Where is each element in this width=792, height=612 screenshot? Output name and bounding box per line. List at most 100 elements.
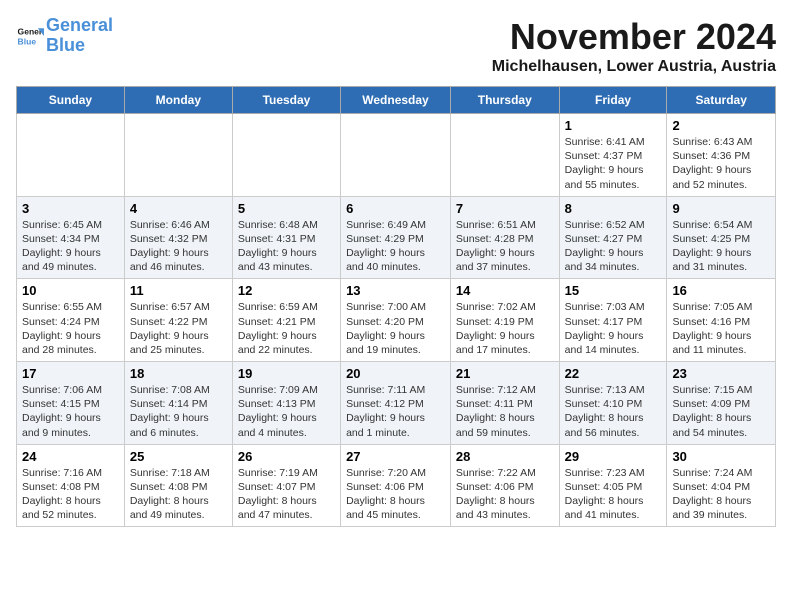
calendar-cell: [450, 114, 559, 197]
day-number: 26: [238, 449, 335, 464]
day-info: Sunrise: 7:16 AM Sunset: 4:08 PM Dayligh…: [22, 466, 119, 523]
day-number: 29: [565, 449, 662, 464]
calendar-week-5: 24 Sunrise: 7:16 AM Sunset: 4:08 PM Dayli…: [17, 444, 776, 527]
day-number: 1: [565, 118, 662, 133]
day-info: Sunrise: 7:22 AM Sunset: 4:06 PM Dayligh…: [456, 466, 554, 523]
day-info: Sunrise: 6:43 AM Sunset: 4:36 PM Dayligh…: [672, 135, 770, 192]
day-number: 3: [22, 201, 119, 216]
day-number: 24: [22, 449, 119, 464]
calendar-cell: 14 Sunrise: 7:02 AM Sunset: 4:19 PM Dayli…: [450, 279, 559, 362]
calendar-cell: 12 Sunrise: 6:59 AM Sunset: 4:21 PM Dayli…: [232, 279, 340, 362]
calendar-week-3: 10Sunrise: 6:55 AM Sunset: 4:24 PM Dayli…: [17, 279, 776, 362]
day-info: Sunrise: 7:15 AM Sunset: 4:09 PM Dayligh…: [672, 383, 770, 440]
day-info: Sunrise: 7:13 AM Sunset: 4:10 PM Dayligh…: [565, 383, 662, 440]
calendar-week-1: 1 Sunrise: 6:41 AM Sunset: 4:37 PM Daylig…: [17, 114, 776, 197]
day-number: 5: [238, 201, 335, 216]
day-number: 13: [346, 283, 445, 298]
calendar-cell: 7 Sunrise: 6:51 AM Sunset: 4:28 PM Daylig…: [450, 196, 559, 279]
day-number: 8: [565, 201, 662, 216]
title-section: November 2024 Michelhausen, Lower Austri…: [492, 16, 776, 76]
day-info: Sunrise: 6:51 AM Sunset: 4:28 PM Dayligh…: [456, 218, 554, 275]
day-info: Sunrise: 7:05 AM Sunset: 4:16 PM Dayligh…: [672, 300, 770, 357]
day-info: Sunrise: 6:45 AM Sunset: 4:34 PM Dayligh…: [22, 218, 119, 275]
day-number: 10: [22, 283, 119, 298]
calendar-cell: 1 Sunrise: 6:41 AM Sunset: 4:37 PM Daylig…: [559, 114, 667, 197]
day-info: Sunrise: 6:59 AM Sunset: 4:21 PM Dayligh…: [238, 300, 335, 357]
month-title: November 2024: [492, 16, 776, 58]
calendar-cell: 10Sunrise: 6:55 AM Sunset: 4:24 PM Dayli…: [17, 279, 125, 362]
day-number: 23: [672, 366, 770, 381]
day-number: 20: [346, 366, 445, 381]
day-info: Sunrise: 6:48 AM Sunset: 4:31 PM Dayligh…: [238, 218, 335, 275]
logo-line2: Blue: [46, 35, 85, 55]
calendar-cell: 4 Sunrise: 6:46 AM Sunset: 4:32 PM Daylig…: [124, 196, 232, 279]
day-number: 12: [238, 283, 335, 298]
day-number: 9: [672, 201, 770, 216]
calendar-week-2: 3 Sunrise: 6:45 AM Sunset: 4:34 PM Daylig…: [17, 196, 776, 279]
calendar-table: SundayMondayTuesdayWednesdayThursdayFrid…: [16, 86, 776, 527]
day-header-thursday: Thursday: [450, 87, 559, 114]
calendar-cell: 15 Sunrise: 7:03 AM Sunset: 4:17 PM Dayli…: [559, 279, 667, 362]
day-header-saturday: Saturday: [667, 87, 776, 114]
calendar-cell: 24 Sunrise: 7:16 AM Sunset: 4:08 PM Dayli…: [17, 444, 125, 527]
day-number: 17: [22, 366, 119, 381]
calendar-cell: 8 Sunrise: 6:52 AM Sunset: 4:27 PM Daylig…: [559, 196, 667, 279]
logo: General Blue General Blue: [16, 16, 113, 56]
day-info: Sunrise: 7:20 AM Sunset: 4:06 PM Dayligh…: [346, 466, 445, 523]
day-header-monday: Monday: [124, 87, 232, 114]
logo-line1: General: [46, 15, 113, 35]
day-info: Sunrise: 6:57 AM Sunset: 4:22 PM Dayligh…: [130, 300, 227, 357]
day-number: 16: [672, 283, 770, 298]
day-number: 18: [130, 366, 227, 381]
day-info: Sunrise: 6:54 AM Sunset: 4:25 PM Dayligh…: [672, 218, 770, 275]
calendar-cell: 23 Sunrise: 7:15 AM Sunset: 4:09 PM Dayli…: [667, 362, 776, 445]
day-info: Sunrise: 7:06 AM Sunset: 4:15 PM Dayligh…: [22, 383, 119, 440]
day-header-friday: Friday: [559, 87, 667, 114]
day-number: 6: [346, 201, 445, 216]
day-info: Sunrise: 6:49 AM Sunset: 4:29 PM Dayligh…: [346, 218, 445, 275]
day-info: Sunrise: 7:08 AM Sunset: 4:14 PM Dayligh…: [130, 383, 227, 440]
calendar-body: 1 Sunrise: 6:41 AM Sunset: 4:37 PM Daylig…: [17, 114, 776, 527]
day-info: Sunrise: 6:52 AM Sunset: 4:27 PM Dayligh…: [565, 218, 662, 275]
calendar-header-row: SundayMondayTuesdayWednesdayThursdayFrid…: [17, 87, 776, 114]
calendar-cell: 16 Sunrise: 7:05 AM Sunset: 4:16 PM Dayli…: [667, 279, 776, 362]
day-header-wednesday: Wednesday: [341, 87, 451, 114]
calendar-cell: 25Sunrise: 7:18 AM Sunset: 4:08 PM Dayli…: [124, 444, 232, 527]
day-number: 7: [456, 201, 554, 216]
day-info: Sunrise: 7:19 AM Sunset: 4:07 PM Dayligh…: [238, 466, 335, 523]
day-info: Sunrise: 7:09 AM Sunset: 4:13 PM Dayligh…: [238, 383, 335, 440]
calendar-cell: 18 Sunrise: 7:08 AM Sunset: 4:14 PM Dayli…: [124, 362, 232, 445]
location-subtitle: Michelhausen, Lower Austria, Austria: [492, 58, 776, 76]
svg-text:General: General: [18, 26, 44, 36]
calendar-cell: 26 Sunrise: 7:19 AM Sunset: 4:07 PM Dayli…: [232, 444, 340, 527]
day-number: 30: [672, 449, 770, 464]
day-info: Sunrise: 6:41 AM Sunset: 4:37 PM Dayligh…: [565, 135, 662, 192]
day-info: Sunrise: 6:46 AM Sunset: 4:32 PM Dayligh…: [130, 218, 227, 275]
day-info: Sunrise: 7:03 AM Sunset: 4:17 PM Dayligh…: [565, 300, 662, 357]
day-number: 22: [565, 366, 662, 381]
calendar-cell: 30Sunrise: 7:24 AM Sunset: 4:04 PM Dayli…: [667, 444, 776, 527]
calendar-cell: [232, 114, 340, 197]
logo-icon: General Blue: [16, 22, 44, 50]
day-number: 15: [565, 283, 662, 298]
calendar-cell: 22 Sunrise: 7:13 AM Sunset: 4:10 PM Dayli…: [559, 362, 667, 445]
calendar-week-4: 17 Sunrise: 7:06 AM Sunset: 4:15 PM Dayli…: [17, 362, 776, 445]
logo-text: General Blue: [46, 16, 113, 56]
calendar-cell: 3 Sunrise: 6:45 AM Sunset: 4:34 PM Daylig…: [17, 196, 125, 279]
day-header-sunday: Sunday: [17, 87, 125, 114]
calendar-cell: 9 Sunrise: 6:54 AM Sunset: 4:25 PM Daylig…: [667, 196, 776, 279]
day-info: Sunrise: 7:02 AM Sunset: 4:19 PM Dayligh…: [456, 300, 554, 357]
calendar-cell: 27Sunrise: 7:20 AM Sunset: 4:06 PM Dayli…: [341, 444, 451, 527]
calendar-cell: 28Sunrise: 7:22 AM Sunset: 4:06 PM Dayli…: [450, 444, 559, 527]
calendar-cell: [341, 114, 451, 197]
calendar-cell: 20 Sunrise: 7:11 AM Sunset: 4:12 PM Dayli…: [341, 362, 451, 445]
calendar-cell: 19Sunrise: 7:09 AM Sunset: 4:13 PM Dayli…: [232, 362, 340, 445]
day-info: Sunrise: 7:00 AM Sunset: 4:20 PM Dayligh…: [346, 300, 445, 357]
day-info: Sunrise: 7:11 AM Sunset: 4:12 PM Dayligh…: [346, 383, 445, 440]
day-number: 2: [672, 118, 770, 133]
calendar-cell: 21Sunrise: 7:12 AM Sunset: 4:11 PM Dayli…: [450, 362, 559, 445]
day-number: 4: [130, 201, 227, 216]
calendar-cell: 5 Sunrise: 6:48 AM Sunset: 4:31 PM Daylig…: [232, 196, 340, 279]
day-info: Sunrise: 7:23 AM Sunset: 4:05 PM Dayligh…: [565, 466, 662, 523]
day-number: 14: [456, 283, 554, 298]
